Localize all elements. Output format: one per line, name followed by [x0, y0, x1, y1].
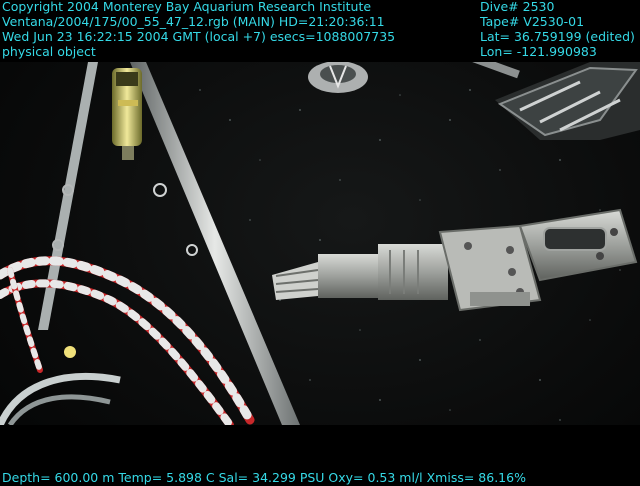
overlay-tape: Tape# V2530-01	[480, 14, 585, 29]
light-fixture	[308, 61, 368, 93]
overlay-metadata-right: Dive# 2530 Tape# V2530-01 Lat= 36.759199…	[480, 0, 635, 59]
overlay-filename: Ventana/2004/175/00_55_47_12.rgb (MAIN) …	[2, 14, 385, 29]
overlay-annotation: physical object	[2, 44, 96, 59]
overlay-longitude: Lon= -121.990983	[480, 44, 597, 59]
video-frame: Copyright 2004 Monterey Bay Aquarium Res…	[0, 0, 640, 486]
overlay-metadata-left: Copyright 2004 Monterey Bay Aquarium Res…	[2, 0, 395, 59]
overlay-copyright: Copyright 2004 Monterey Bay Aquarium Res…	[2, 0, 372, 14]
overlay-sensor-readings: Depth= 600.00 m Temp= 5.898 C Sal= 34.29…	[2, 470, 526, 485]
overlay-latitude: Lat= 36.759199 (edited)	[480, 29, 635, 44]
underwater-scene	[0, 0, 640, 486]
overlay-timestamp: Wed Jun 23 16:22:15 2004 GMT (local +7) …	[2, 29, 396, 44]
overlay-dive: Dive# 2530	[480, 0, 555, 14]
